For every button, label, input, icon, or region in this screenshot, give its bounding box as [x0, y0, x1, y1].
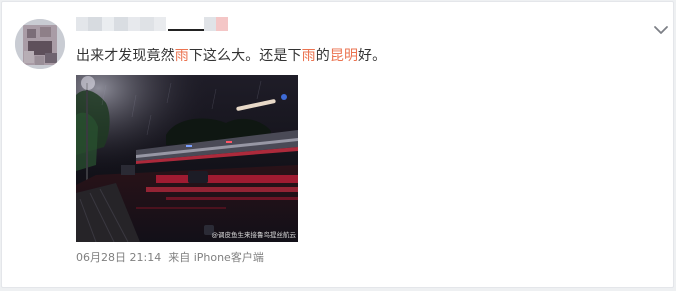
post-source[interactable]: 来自 iPhone客户端 [168, 251, 264, 264]
text-segment: 下这么大。还是下 [188, 48, 302, 64]
topic-highlight: 雨 [174, 48, 189, 64]
post-menu-button[interactable] [653, 23, 669, 37]
topic-highlight: 昆明 [329, 48, 359, 64]
post-text: 出来才发现竟然雨下这么大。还是下雨的昆明好。 [76, 46, 386, 66]
text-segment: 的 [315, 48, 330, 64]
topic-highlight: 雨 [301, 48, 316, 64]
chevron-down-icon [654, 26, 668, 34]
avatar[interactable] [15, 19, 65, 69]
image-watermark: @调皮鱼生来接鲁鸟提丝航云 [211, 231, 297, 239]
post-image[interactable]: @调皮鱼生来接鲁鸟提丝航云 [76, 75, 298, 242]
post-meta: 06月28日 21:14 来自 iPhone客户端 [76, 250, 264, 266]
blurred-nickname [76, 17, 228, 31]
weibo-post-card: 出来才发现竟然雨下这么大。还是下雨的昆明好。 @调皮鱼生来接鲁鸟提丝航云 06月… [1, 1, 674, 288]
text-segment: 好。 [358, 48, 387, 64]
text-segment: 出来才发现竟然 [76, 48, 175, 64]
post-timestamp[interactable]: 06月28日 21:14 [76, 251, 161, 264]
rainy-night-street-photo [76, 75, 298, 242]
avatar-image [15, 19, 65, 69]
author-name[interactable] [76, 14, 232, 36]
